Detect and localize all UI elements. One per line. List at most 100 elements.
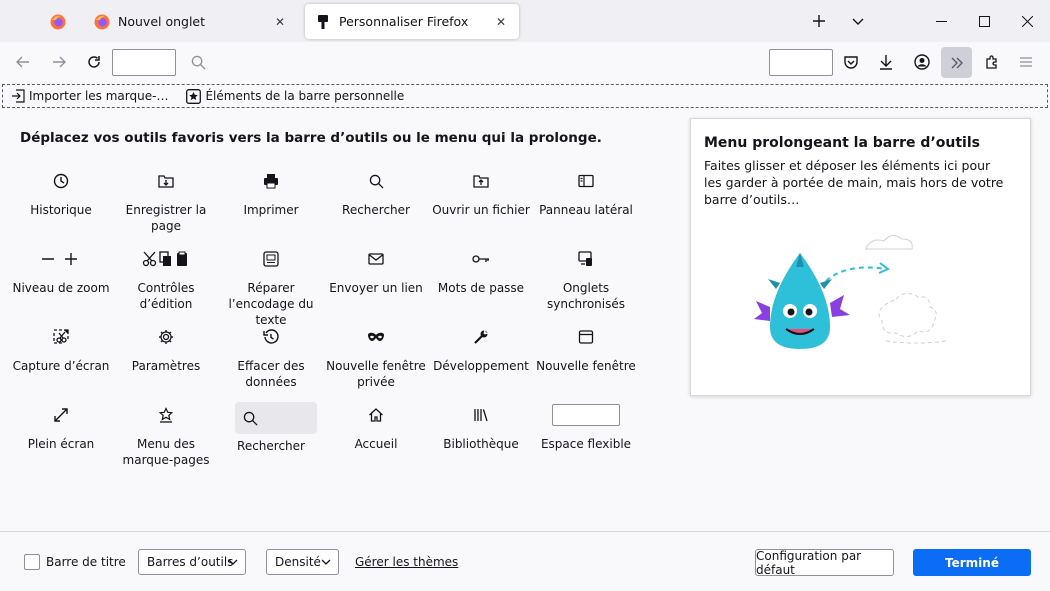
search-icon <box>369 174 384 189</box>
downloads-button[interactable] <box>874 50 898 74</box>
palette-item-history[interactable]: Historique <box>10 168 112 218</box>
titlebar-checkbox-label[interactable]: Barre de titre <box>46 555 126 569</box>
puzzle-icon <box>986 55 997 69</box>
hamburger-menu-icon <box>1020 57 1032 67</box>
extensions-button[interactable] <box>980 50 1004 74</box>
palette-item-label: Contrôles d’édition <box>137 281 195 311</box>
palette-item-search-bar[interactable] <box>235 402 317 434</box>
firefox-view-button[interactable] <box>40 6 76 38</box>
palette-item-label: Espace flexible <box>540 437 632 451</box>
palette-item-forget[interactable]: Effacer des données <box>220 324 322 390</box>
minimize-button[interactable] <box>918 0 964 42</box>
flexible-space[interactable] <box>769 49 833 76</box>
palette-item-private-window[interactable]: Nouvelle fenêtre privée <box>325 324 427 390</box>
overflow-menu-button[interactable] <box>941 47 972 78</box>
palette-item-save-page[interactable]: Enregistrer la page <box>115 168 217 234</box>
back-button[interactable] <box>11 50 35 74</box>
done-button[interactable]: Terminé <box>913 549 1031 576</box>
palette-item-library[interactable]: Bibliothèque <box>430 402 532 452</box>
forward-button[interactable] <box>47 50 71 74</box>
dragon-mascot-illustration <box>754 235 947 349</box>
palette-item-label: Rechercher <box>342 203 410 217</box>
palette-item-open-file[interactable]: Ouvrir un fichier <box>430 168 532 218</box>
density-select[interactable]: Densité <box>266 549 339 575</box>
customize-area: Déplacez vos outils favoris vers la barr… <box>0 110 1050 530</box>
list-all-tabs-button[interactable] <box>847 10 869 32</box>
palette-item-flexible-space[interactable]: Espace flexible <box>535 402 637 452</box>
gear-icon <box>159 330 173 344</box>
library-icon <box>474 409 488 422</box>
palette-item-label: Historique <box>30 203 92 217</box>
palette-item-sidebar[interactable]: Panneau latéral <box>535 168 637 218</box>
save-page-icon <box>158 175 174 188</box>
tab-new-tab[interactable]: Nouvel onglet ✕ <box>84 4 298 39</box>
maximize-button[interactable] <box>961 0 1007 42</box>
account-button[interactable] <box>910 50 934 74</box>
palette-item-developer[interactable]: Développement <box>430 324 532 374</box>
home-icon <box>369 408 383 422</box>
customize-footer: Barre de titre Barres d’outils Densité G… <box>0 531 1050 591</box>
close-icon <box>1021 15 1033 27</box>
firefox-logo-icon <box>94 14 110 29</box>
flexible-space[interactable] <box>112 49 176 76</box>
paintbrush-icon <box>318 14 328 29</box>
palette-item-label: Effacer des données <box>237 359 305 389</box>
palette-item-print[interactable]: Imprimer <box>220 168 322 218</box>
palette-item-home[interactable]: Accueil <box>325 402 427 452</box>
palette-item-label: Niveau de zoom <box>12 281 110 295</box>
palette-item-new-window[interactable]: Nouvelle fenêtre <box>535 324 637 374</box>
close-window-button[interactable] <box>1004 0 1050 42</box>
palette-item-bookmarks-menu[interactable]: Menu des marque-pages <box>115 402 217 468</box>
manage-themes-link[interactable]: Gérer les thèmes <box>355 555 458 569</box>
personal-toolbar-items[interactable]: Éléments de la barre personnelle <box>186 88 405 104</box>
palette-item-passwords[interactable]: Mots de passe <box>430 246 532 296</box>
palette-item-label: Nouvelle fenêtre <box>536 359 636 373</box>
palette-item-text-encoding[interactable]: Réparer l’encodage du texte <box>220 246 322 328</box>
palette-item-label: Nouvelle fenêtre privée <box>326 359 426 389</box>
palette-item-email-link[interactable]: Envoyer un lien <box>325 246 427 296</box>
import-bookmarks-button[interactable]: Importer les marque-… <box>11 89 168 103</box>
palette-item-label: Paramètres <box>131 359 201 373</box>
palette-item-settings[interactable]: Paramètres <box>115 324 217 374</box>
palette-item-label: Imprimer <box>243 203 299 217</box>
palette-item-synced-tabs[interactable]: Onglets synchronisés <box>535 246 637 312</box>
new-tab-button[interactable] <box>808 10 830 32</box>
palette-item-label: Capture d’écran <box>12 359 110 373</box>
bookmark-star-icon <box>186 88 202 104</box>
titlebar-checkbox[interactable] <box>24 554 40 570</box>
toolbars-select[interactable]: Barres d’outils <box>138 549 246 575</box>
text-encoding-icon <box>263 251 279 267</box>
palette-item-label: Accueil <box>354 437 398 451</box>
overflow-panel[interactable]: Menu prolongeant la barre d’outils Faite… <box>690 118 1031 396</box>
palette-item-fullscreen[interactable]: Plein écran <box>10 402 112 452</box>
palette-item-label: Envoyer un lien <box>329 281 423 295</box>
palette-item-zoom[interactable]: Niveau de zoom <box>10 246 112 296</box>
instructions-heading: Déplacez vos outils favoris vers la barr… <box>20 130 602 146</box>
tab-title: Nouvel onglet <box>118 14 206 29</box>
flexible-space-icon <box>552 404 620 426</box>
tab-title: Personnaliser Firefox <box>339 14 469 29</box>
import-icon <box>12 89 25 103</box>
palette-item-edit-controls[interactable]: Contrôles d’édition <box>115 246 217 312</box>
search-icon <box>191 55 206 70</box>
pocket-button[interactable] <box>839 50 863 74</box>
palette-item-search[interactable]: Rechercher <box>325 168 427 218</box>
tab-strip: Nouvel onglet ✕ Personnaliser Firefox ✕ <box>0 0 1050 42</box>
app-menu-button[interactable] <box>1014 50 1038 74</box>
palette-item-screenshot[interactable]: Capture d’écran <box>10 324 112 374</box>
restore-defaults-button[interactable]: Configuration par défaut <box>755 549 894 577</box>
overflow-panel-description: Faites glisser et déposer les éléments i… <box>704 158 1004 207</box>
tab-customize-firefox[interactable]: Personnaliser Firefox ✕ <box>305 4 519 39</box>
personal-toolbar-label: Éléments de la barre personnelle <box>205 89 405 103</box>
email-link-icon <box>368 253 384 265</box>
close-tab-icon[interactable]: ✕ <box>272 14 288 30</box>
plus-icon <box>813 15 825 27</box>
search-button[interactable] <box>186 50 210 74</box>
download-icon <box>880 55 892 70</box>
new-window-icon <box>578 330 594 344</box>
reload-button[interactable] <box>82 50 106 74</box>
palette-item-label: Menu des marque-pages <box>122 437 210 467</box>
palette-item-label: Onglets synchronisés <box>547 281 625 311</box>
close-tab-icon[interactable]: ✕ <box>493 14 509 30</box>
overflow-panel-title: Menu prolongeant la barre d’outils <box>704 135 980 151</box>
